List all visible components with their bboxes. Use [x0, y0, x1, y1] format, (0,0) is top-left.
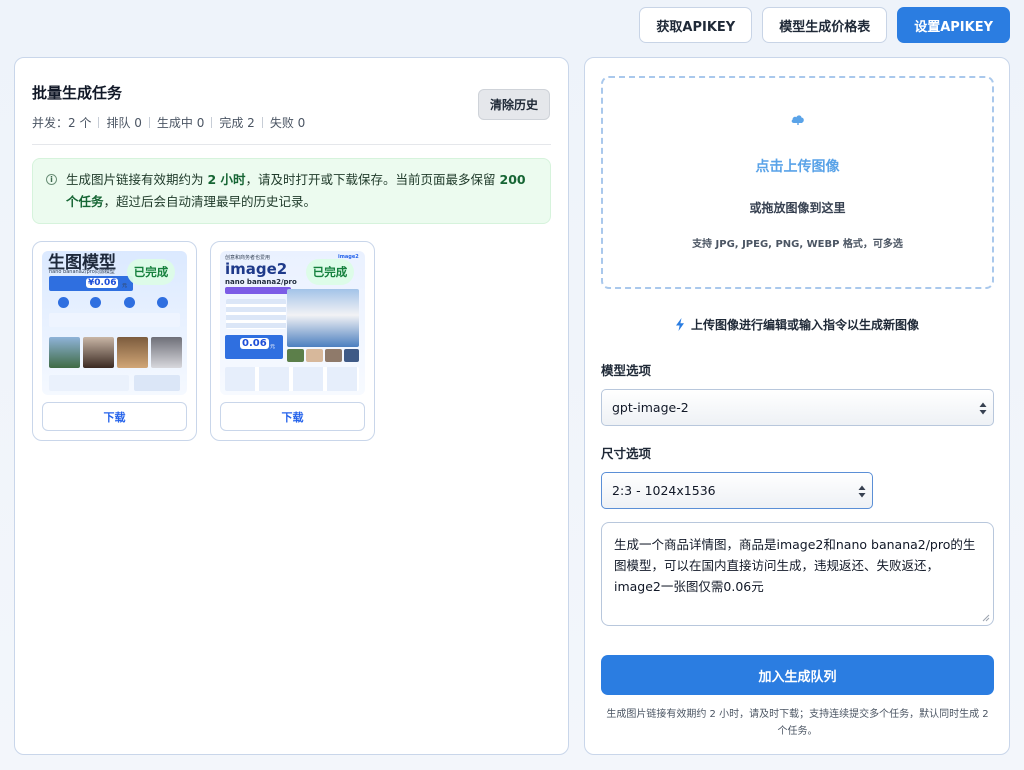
info-icon: i	[46, 174, 57, 185]
prompt-textarea[interactable]: 生成一个商品详情图，商品是image2和nano banana2/pro的生图模…	[601, 522, 994, 626]
stat-concurrency: 并发：2 个	[32, 116, 92, 130]
size-selected-value: 2:3 - 1024x1536	[612, 483, 716, 498]
thumb-sample-interior	[117, 337, 148, 368]
thumb-mini-photo	[325, 349, 342, 362]
thumb-headline: image2	[225, 260, 288, 278]
thumb-price-unit: 元	[270, 344, 276, 350]
size-label: 尺寸选项	[601, 446, 652, 461]
upload-dropzone[interactable]: 点击上传图像 或拖放图像到这里 支持 JPG, JPEG, PNG, WEBP …	[601, 76, 994, 289]
download-button[interactable]: 下载	[220, 402, 365, 431]
thumb-feature-list	[226, 299, 286, 329]
upload-subtitle: 或拖放图像到这里	[749, 201, 846, 215]
model-label: 模型选项	[601, 363, 652, 378]
resize-grip-icon[interactable]	[982, 614, 990, 622]
thumb-sample-landscape	[49, 337, 80, 368]
top-toolbar: 获取APIKEY 模型生成价格表 设置APIKEY	[639, 7, 1010, 43]
thumb-mini-photo	[287, 349, 304, 362]
upload-title: 点击上传图像	[755, 159, 840, 175]
hint-row: 上传图像进行编辑或输入指令以生成新图像	[585, 316, 1009, 333]
stat-queued: 排队 0	[106, 116, 142, 130]
upload-formats: 支持 JPG, JPEG, PNG, WEBP 格式，可多选	[692, 239, 903, 250]
shield-icon	[124, 297, 135, 308]
stat-divider	[148, 117, 150, 128]
thumb-model-photo	[287, 289, 359, 347]
thumb-mini-photo	[306, 349, 323, 362]
thumb-price-unit: 元	[122, 283, 128, 289]
panel-divider	[32, 144, 551, 145]
stat-divider	[261, 117, 263, 128]
thumb-ribbon	[225, 287, 291, 294]
updown-arrows-icon	[979, 402, 987, 415]
stat-divider	[211, 117, 213, 128]
thumb-subline: nano banana2/pro同源模型	[49, 269, 115, 275]
task-panel-title: 批量生成任务	[32, 84, 123, 102]
stat-generating: 生成中 0	[156, 116, 205, 130]
thumb-sample-portrait	[83, 337, 114, 368]
thumb-sample-anime	[151, 337, 182, 368]
bolt-icon	[675, 318, 684, 331]
stat-failed: 失败 0	[269, 116, 306, 130]
thumb-feature-row	[49, 313, 180, 327]
task-stats: 并发：2 个 排队 0 生成中 0 完成 2 失败 0	[32, 114, 305, 131]
bolt-icon	[90, 297, 101, 308]
thumb-footer-grid	[225, 367, 359, 391]
size-select[interactable]: 2:3 - 1024x1536	[601, 472, 873, 509]
status-badge: 已完成	[306, 259, 354, 285]
set-apikey-button[interactable]: 设置APIKEY	[897, 7, 1010, 43]
notice-text: ，请及时打开或下载保存。当前页面最多保留	[245, 172, 500, 187]
thumb-price: 0.06	[240, 338, 269, 349]
task-card: 创意和商务者也爱用 image2 image2 nano banana2/pro…	[210, 241, 375, 441]
prompt-text: 生成一个商品详情图，商品是image2和nano banana2/pro的生图模…	[614, 537, 976, 594]
price-table-button[interactable]: 模型生成价格表	[762, 7, 888, 43]
thumb-footer-right	[134, 375, 180, 391]
cloud-upload-icon	[791, 115, 804, 125]
rocket-icon	[58, 297, 69, 308]
task-card: 生图模型 nano banana2/pro同源模型 ¥0.06 元 已完成 下载	[32, 241, 197, 441]
status-badge: 已完成	[127, 259, 175, 285]
updown-arrows-icon	[858, 485, 866, 498]
notice-text: 生成图片链接有效期约为	[66, 172, 208, 187]
model-selected-value: gpt-image-2	[612, 400, 689, 415]
notice-bold: 2 小时	[207, 172, 246, 187]
clear-history-button[interactable]: 清除历史	[478, 89, 550, 120]
thumb-footer-left	[49, 375, 129, 391]
thumb-mini-photo	[344, 349, 359, 362]
model-select[interactable]: gpt-image-2	[601, 389, 994, 426]
hint-text: 上传图像进行编辑或输入指令以生成新图像	[690, 318, 919, 332]
generate-panel: 点击上传图像 或拖放图像到这里 支持 JPG, JPEG, PNG, WEBP …	[584, 57, 1010, 755]
expiry-notice: i 生成图片链接有效期约为 2 小时，请及时打开或下载保存。当前页面最多保留 2…	[32, 158, 551, 224]
thumb-subline: nano banana2/pro	[225, 278, 297, 286]
thumb-price: ¥0.06	[86, 278, 119, 288]
notice-text: ，超过后会自动清理最早的历史记录。	[103, 194, 317, 209]
add-to-queue-button[interactable]: 加入生成队列	[601, 655, 994, 695]
download-button[interactable]: 下载	[42, 402, 187, 431]
stat-done: 完成 2	[219, 116, 255, 130]
task-panel: 批量生成任务 并发：2 个 排队 0 生成中 0 完成 2 失败 0 清除历史 …	[14, 57, 569, 755]
stat-divider	[98, 117, 100, 128]
get-apikey-button[interactable]: 获取APIKEY	[639, 7, 753, 43]
footnote: 生成图片链接有效期约 2 小时，请及时下载；支持连续提交多个任务，默认同时生成 …	[606, 709, 989, 737]
globe-icon	[157, 297, 168, 308]
